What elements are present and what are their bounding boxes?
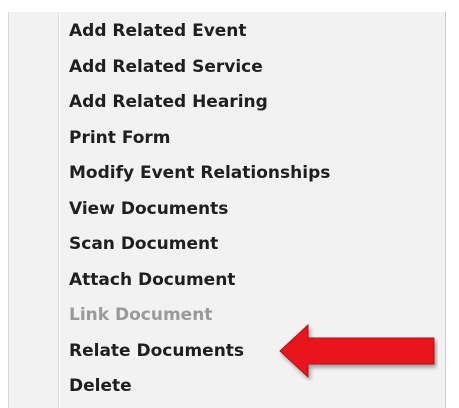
menu-item-add-related-service[interactable]: Add Related Service xyxy=(9,50,445,86)
menu-item-add-related-hearing[interactable]: Add Related Hearing xyxy=(9,85,445,121)
screenshot-page: Add Related Event Add Related Service Ad… xyxy=(0,0,459,408)
menu-item-view-documents[interactable]: View Documents xyxy=(9,192,445,228)
clipped-header-strip xyxy=(0,0,459,12)
menu-item-scan-document[interactable]: Scan Document xyxy=(9,227,445,263)
left-arrow-icon xyxy=(279,323,435,379)
menu-item-attach-document[interactable]: Attach Document xyxy=(9,263,445,299)
menu-item-print-form[interactable]: Print Form xyxy=(9,121,445,157)
menu-item-add-related-event[interactable]: Add Related Event xyxy=(9,14,445,50)
menu-item-modify-event-relationships[interactable]: Modify Event Relationships xyxy=(9,156,445,192)
